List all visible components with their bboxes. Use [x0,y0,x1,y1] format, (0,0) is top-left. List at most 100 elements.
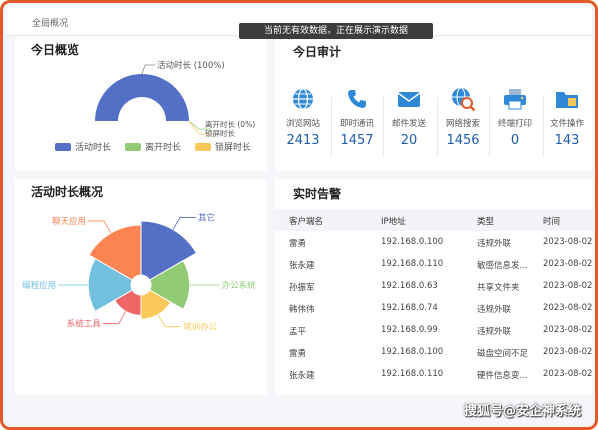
active-duration-panel: 活动时长概况 其它 办公系统 培训办公 系统工具 编程应用 聊天应用 [15,179,267,395]
legend-item-lock[interactable]: 锁屏时长 [195,140,251,153]
cell-client: 张永建 [289,371,315,381]
active-label-line [141,64,155,75]
legend-item-active[interactable]: 活动时长 [55,140,111,153]
audit-value: 143 [554,133,580,148]
cell-type: 共享文件夹 [477,283,520,293]
cell-ip: 192.168.0.100 [381,347,444,357]
cell-time: 2023-08-02 [543,369,593,379]
audit-item-browse[interactable]: 浏览网站 2413 [279,85,327,148]
realtime-alerts-title: 实时告警 [293,187,342,201]
audit-value: 0 [510,133,520,148]
cell-time: 2023-08-02 [543,237,593,247]
column-header[interactable]: 类型 [477,215,494,227]
today-overview-chart: 活动时长 (100%) 离开时长 (0%) 锁屏时长 [95,60,255,137]
audit-label: 文件操作 [549,119,584,129]
alerts-table: 客户端名 IP地址 类型 时间 雷勇 192.168.0.100 违规外联 20… [275,209,593,385]
legend-label: 锁屏时长 [215,143,252,153]
audit-label: 邮件发送 [391,119,426,129]
cell-type: 违规外联 [477,239,512,249]
cell-ip: 192.168.0.110 [381,369,444,379]
today-overview-panel: 今日概览 活动时长 (100%) 离开时长 (0%) 锁屏时长 活动时长 离开时… [15,37,267,171]
away-duration-slice-label: 离开时长 (0%) [205,119,255,129]
rose-center-hole [131,275,151,295]
audit-value: 20 [400,133,418,148]
audit-item-im[interactable]: 即时通讯 1457 [333,85,381,148]
today-audit-panel: 今日审计 浏览网站 2413 即时通讯 1457 邮件发送 20 网络搜索 14… [275,37,593,171]
active-duration-arc [95,74,189,121]
mail-icon [397,92,421,107]
table-row[interactable]: 孟平 192.168.0.99 违规外联 2023-08-02 [275,319,593,341]
lock-duration-slice-label: 锁屏时长 [205,128,235,137]
audit-label: 即时通讯 [339,119,374,129]
table-header: 客户端名 IP地址 类型 时间 [275,209,593,231]
cell-type: 违规外联 [477,327,512,337]
cell-type: 违规外联 [477,305,512,315]
divider [437,97,438,157]
audit-value: 2413 [286,133,320,148]
rose-slice-label: 办公系统 [222,280,257,291]
audit-item-mail[interactable]: 邮件发送 20 [385,85,433,148]
watermark: 搜狐号@安企神系统 [463,404,581,419]
rose-label-line [102,311,127,324]
folder-icon [556,92,578,108]
legend-label: 离开时长 [145,143,182,153]
table-row[interactable]: 张永建 192.168.0.110 硬件信息变... 2023-08-02 [275,363,593,385]
globe-icon [293,88,313,110]
cell-time: 2023-08-02 [543,259,593,269]
audit-label: 网络搜索 [445,119,480,129]
cell-ip: 192.168.0.99 [381,325,438,335]
table-row[interactable]: 孙振军 192.168.0.63 共享文件夹 2023-08-02 [275,275,593,297]
cell-ip: 192.168.0.110 [381,259,444,269]
realtime-alerts-panel: 实时告警 客户端名 IP地址 类型 时间 雷勇 192.168.0.100 违规… [275,179,593,395]
table-row[interactable]: 雷勇 192.168.0.100 违规外联 2023-08-02 [275,231,593,253]
legend-item-away[interactable]: 离开时长 [125,140,181,153]
audit-item-web-search[interactable]: 网络搜索 1456 [439,85,487,148]
rose-label-line [88,220,112,234]
column-header[interactable]: 时间 [543,215,560,227]
divider [489,97,490,157]
today-audit-title: 今日审计 [293,45,342,59]
table-row[interactable]: 雷勇 192.168.0.100 磁盘空间不足 2023-08-02 [275,341,593,363]
audit-item-print[interactable]: 终端打印 0 [491,85,539,148]
cell-time: 2023-08-02 [543,325,593,335]
today-overview-legend: 活动时长 离开时长 锁屏时长 [55,140,251,153]
cell-type: 硬件信息变... [477,371,528,381]
column-header[interactable]: 客户端名 [289,215,323,227]
printer-icon [504,89,526,110]
legend-swatch [55,142,71,151]
rose-label-line [157,314,182,328]
active-duration-rose-chart: 其它办公系统培训办公 系统工具 编程应用 聊天应用 [22,212,257,333]
rose-slice-label: 系统工具 [67,318,102,329]
cell-client: 孟平 [289,327,307,337]
rose-slice-label: 培训办公 [183,322,218,333]
web-search-icon [452,87,476,112]
divider [331,97,332,157]
cell-time: 2023-08-02 [543,281,593,291]
column-header[interactable]: IP地址 [381,215,406,227]
cell-type: 敏感信息发... [477,261,528,271]
demo-data-toast: 当前无有效数据，正在展示演示数据 [239,23,433,39]
cell-ip: 192.168.0.63 [381,281,438,291]
rose-label-line [172,217,196,230]
rose-slice-label: 其它 [198,212,215,223]
app-frame: 全局概况 当前无有效数据，正在展示演示数据 今日概览 活动时长 (100%) 离… [0,0,598,430]
cell-type: 磁盘空间不足 [477,349,529,359]
table-row[interactable]: 张永建 192.168.0.110 敏感信息发... 2023-08-02 [275,253,593,275]
audit-value: 1456 [446,133,480,148]
cell-time: 2023-08-02 [543,347,593,357]
cell-time: 2023-08-02 [543,303,593,313]
phone-icon [348,90,366,108]
cell-client: 雷勇 [289,349,307,359]
cell-client: 韩伟伟 [289,305,315,315]
audit-item-file[interactable]: 文件操作 143 [543,85,591,148]
cell-client: 张永建 [289,261,315,271]
rose-slice-label: 编程应用 [22,280,56,291]
cell-ip: 192.168.0.74 [381,303,438,313]
audit-label: 终端打印 [497,119,532,129]
table-row[interactable]: 韩伟伟 192.168.0.74 违规外联 2023-08-02 [275,297,593,319]
cell-client: 孙振军 [289,283,315,293]
legend-label: 活动时长 [75,143,112,153]
audit-value: 1457 [340,133,374,148]
divider [383,97,384,157]
cell-ip: 192.168.0.100 [381,237,444,247]
